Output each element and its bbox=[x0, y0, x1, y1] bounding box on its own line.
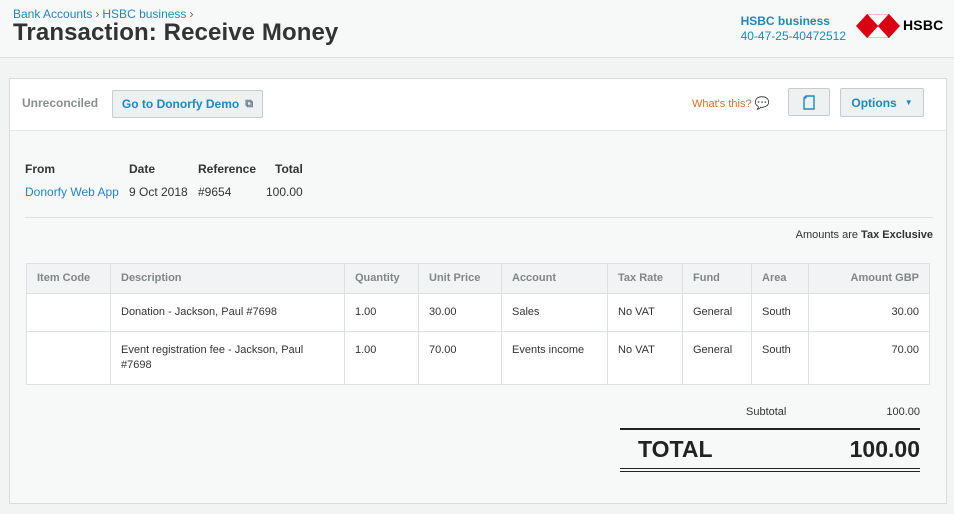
hsbc-hexagon-icon bbox=[856, 14, 900, 38]
cell-amount: 30.00 bbox=[808, 293, 930, 332]
bank-name[interactable]: HSBC business bbox=[741, 14, 846, 28]
total-double-rule bbox=[620, 468, 920, 469]
options-button[interactable]: Options ▼ bbox=[840, 88, 924, 117]
from-value-link[interactable]: Donorfy Web App bbox=[25, 185, 119, 199]
cell-description: Donation - Jackson, Paul #7698 bbox=[110, 293, 345, 332]
col-amount-gbp: Amount GBP bbox=[808, 263, 930, 294]
whats-this-label: What's this? bbox=[692, 98, 752, 110]
col-item-code: Item Code bbox=[26, 263, 111, 294]
toolbar: Unreconciled Go to Donorfy Demo ⧉ What's… bbox=[10, 79, 946, 131]
amounts-mode: Tax Exclusive bbox=[861, 229, 933, 241]
cell-fund: General bbox=[682, 293, 752, 332]
bank-account-info[interactable]: HSBC business 40-47-25-40472512 bbox=[741, 14, 846, 43]
total-value: 100.00 bbox=[266, 185, 303, 199]
logo-text: HSBC bbox=[903, 17, 944, 33]
amounts-tax-note: Amounts are Tax Exclusive bbox=[796, 229, 933, 241]
col-tax-rate: Tax Rate bbox=[607, 263, 683, 294]
cell-account: Events income bbox=[501, 331, 608, 385]
total-label: Total bbox=[275, 162, 303, 176]
subtotal-value: 100.00 bbox=[886, 406, 920, 418]
line-items-table: Item Code Description Quantity Unit Pric… bbox=[26, 263, 930, 385]
copy-button[interactable] bbox=[788, 88, 830, 116]
cell-item-code bbox=[26, 331, 111, 385]
table-header-row: Item Code Description Quantity Unit Pric… bbox=[26, 263, 930, 294]
page-title: Transaction: Receive Money bbox=[13, 19, 339, 46]
cell-quantity: 1.00 bbox=[344, 331, 419, 385]
transaction-panel: Unreconciled Go to Donorfy Demo ⧉ What's… bbox=[9, 78, 947, 504]
bank-account-number: 40-47-25-40472512 bbox=[740, 29, 846, 43]
divider bbox=[25, 217, 933, 218]
col-fund: Fund bbox=[682, 263, 752, 294]
table-row: Donation - Jackson, Paul #7698 1.00 30.0… bbox=[26, 293, 930, 332]
grand-total-value: 100.00 bbox=[849, 436, 920, 462]
cell-account: Sales bbox=[501, 293, 608, 332]
cell-item-code bbox=[26, 293, 111, 332]
cell-description: Event registration fee - Jackson, Paul #… bbox=[110, 331, 345, 385]
go-to-donorfy-button[interactable]: Go to Donorfy Demo ⧉ bbox=[112, 90, 263, 118]
col-quantity: Quantity bbox=[344, 263, 419, 294]
from-label: From bbox=[25, 162, 55, 176]
cell-area: South bbox=[751, 293, 809, 332]
go-to-donorfy-label: Go to Donorfy Demo bbox=[121, 97, 240, 111]
cell-area: South bbox=[751, 331, 809, 385]
hsbc-logo: HSBC bbox=[856, 14, 946, 38]
external-link-icon: ⧉ bbox=[245, 97, 254, 110]
date-value: 9 Oct 2018 bbox=[129, 185, 188, 199]
whats-this-link[interactable]: What's this? 💬 bbox=[692, 96, 770, 110]
reconcile-status: Unreconciled bbox=[22, 96, 99, 110]
col-area: Area bbox=[751, 263, 809, 294]
options-label: Options bbox=[851, 95, 897, 110]
col-unit-price: Unit Price bbox=[418, 263, 502, 294]
reference-value: #9654 bbox=[198, 185, 232, 199]
cell-tax-rate: No VAT bbox=[607, 293, 683, 332]
col-description: Description bbox=[110, 263, 345, 294]
total-double-rule bbox=[620, 471, 920, 472]
subtotal-label: Subtotal bbox=[746, 406, 787, 418]
grand-total-label: TOTAL bbox=[638, 436, 713, 462]
col-account: Account bbox=[501, 263, 608, 294]
cell-fund: General bbox=[682, 331, 752, 385]
cell-tax-rate: No VAT bbox=[607, 331, 683, 385]
cell-amount: 70.00 bbox=[808, 331, 930, 385]
table-row: Event registration fee - Jackson, Paul #… bbox=[26, 331, 930, 385]
cell-unit-price: 70.00 bbox=[418, 331, 502, 385]
total-rule bbox=[620, 428, 920, 430]
amounts-prefix: Amounts are bbox=[795, 229, 858, 241]
date-label: Date bbox=[129, 162, 156, 176]
caret-down-icon: ▼ bbox=[904, 98, 913, 107]
speech-bubble-icon: 💬 bbox=[754, 96, 770, 110]
cell-quantity: 1.00 bbox=[344, 293, 419, 332]
cell-unit-price: 30.00 bbox=[418, 293, 502, 332]
copy-document-icon bbox=[803, 94, 815, 110]
top-header: Bank Accounts › HSBC business › Transaction… bbox=[0, 0, 954, 58]
reference-label: Reference bbox=[198, 162, 257, 176]
